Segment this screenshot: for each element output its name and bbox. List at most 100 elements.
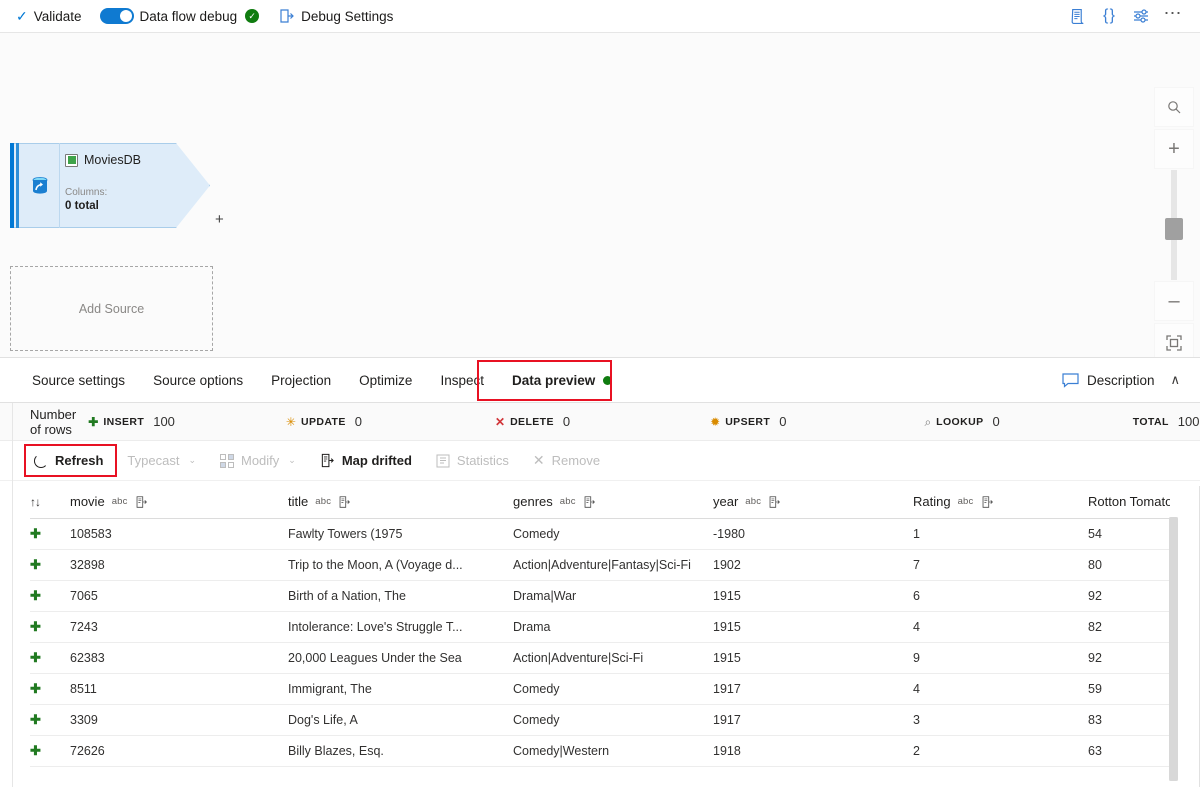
zoom-slider-thumb[interactable] <box>1165 218 1183 240</box>
data-flow-debug-group[interactable]: Data flow debug ✓ <box>94 0 266 33</box>
zoom-search-icon[interactable] <box>1155 88 1193 126</box>
description-button[interactable]: Description <box>1062 372 1154 388</box>
debug-settings-button[interactable]: Debug Settings <box>273 0 399 33</box>
table-row[interactable]: ✚ 32898 Trip to the Moon, A (Voyage d...… <box>30 549 1170 581</box>
column-header-rating[interactable]: Rating abc <box>913 486 1088 519</box>
comment-icon <box>1062 372 1079 388</box>
data-flow-canvas[interactable]: MoviesDB Columns: 0 total + Add Source + <box>0 33 1200 358</box>
insert-row-icon: ✚ <box>30 742 41 758</box>
node-columns-value: 0 total <box>65 200 99 212</box>
data-flow-debug-toggle[interactable] <box>99 8 134 24</box>
typecast-button[interactable]: Typecast ⌄ <box>115 446 208 476</box>
more-options-icon[interactable]: ⋯ <box>1158 1 1188 31</box>
column-label: title <box>288 494 309 510</box>
cell-title: Dog's Life, A <box>288 704 513 736</box>
collapse-panel-button[interactable]: ∧ <box>1164 368 1186 392</box>
table-body: ✚ 108583 Fawlty Towers (1975 Comedy -198… <box>30 518 1170 767</box>
row-marker: ✚ <box>30 735 70 767</box>
zoom-out-button[interactable]: – <box>1155 282 1193 320</box>
tab-label: Inspect <box>440 372 484 388</box>
node-columns-label: Columns: <box>65 187 108 198</box>
row-marker: ✚ <box>30 611 70 643</box>
cell-rating: 1 <box>913 518 1088 550</box>
cell-genres: Comedy|Western <box>513 735 713 767</box>
column-header-title[interactable]: title abc <box>288 486 513 519</box>
map-drifted-label: Map drifted <box>341 453 412 468</box>
table-row[interactable]: ✚ 7065 Birth of a Nation, The Drama|War … <box>30 580 1170 612</box>
column-header-rotton-tomato[interactable]: Rotton Tomato <box>1088 486 1170 519</box>
delete-icon: ✕ <box>495 414 506 429</box>
add-next-transformation-button[interactable]: + <box>215 211 224 228</box>
cell-genres: Drama <box>513 611 713 643</box>
add-source-placeholder[interactable]: Add Source <box>10 266 213 351</box>
zoom-in-button[interactable]: + <box>1155 130 1193 168</box>
map-drifted-button[interactable]: Map drifted <box>308 446 424 476</box>
cell-rating: 7 <box>913 549 1088 581</box>
table-row[interactable]: ✚ 8511 Immigrant, The Comedy 1917 4 59 <box>30 673 1170 705</box>
settings-sliders-icon[interactable] <box>1126 1 1156 31</box>
table-row[interactable]: ✚ 3309 Dog's Life, A Comedy 1917 3 83 <box>30 704 1170 736</box>
cell-year: -1980 <box>713 518 913 550</box>
table-vertical-scrollbar[interactable] <box>1169 517 1178 781</box>
modify-button[interactable]: Modify ⌄ <box>208 446 308 476</box>
map-drifted-icon <box>321 453 334 468</box>
tab-source-options[interactable]: Source options <box>139 358 257 403</box>
statistics-button[interactable]: Statistics <box>424 446 521 476</box>
script-icon[interactable] <box>1062 1 1092 31</box>
data-preview-table-container[interactable]: ↑↓ movie abc title abc genres abc year a… <box>30 486 1170 781</box>
upsert-label: UPSERT <box>725 415 771 428</box>
node-details: MoviesDB Columns: 0 total <box>65 153 141 212</box>
tab-label: Source options <box>153 372 244 388</box>
lookup-value: 0 <box>992 414 1000 429</box>
tab-data-preview[interactable]: Data preview <box>498 358 626 403</box>
remove-button[interactable]: ✕ Remove <box>521 446 612 476</box>
insert-icon: ✚ <box>88 414 99 429</box>
refresh-button[interactable]: Refresh <box>30 446 115 476</box>
code-braces-icon[interactable]: { } <box>1094 1 1124 31</box>
insert-row-icon: ✚ <box>30 711 41 727</box>
stat-delete: ✕ DELETE 0 <box>495 414 570 429</box>
cell-rotton-tomato: 82 <box>1088 611 1170 643</box>
number-of-rows-label: Number of rows <box>30 406 77 437</box>
table-row[interactable]: ✚ 72626 Billy Blazes, Esq. Comedy|Wester… <box>30 735 1170 767</box>
table-row[interactable]: ✚ 108583 Fawlty Towers (1975 Comedy -198… <box>30 518 1170 550</box>
source-node-moviesdb[interactable]: MoviesDB Columns: 0 total + <box>10 143 224 228</box>
zoom-slider[interactable] <box>1165 170 1183 280</box>
row-counts-bar: Number of rows ✚ INSERT 100 ✳ UPDATE 0 ✕… <box>0 403 1200 441</box>
lookup-icon: ⌕ <box>924 414 932 429</box>
tab-projection[interactable]: Projection <box>257 358 345 403</box>
cell-genres: Comedy <box>513 704 713 736</box>
statistics-label: Statistics <box>456 453 509 468</box>
tab-optimize[interactable]: Optimize <box>345 358 426 403</box>
cell-year: 1915 <box>713 580 913 612</box>
table-row[interactable]: ✚ 62383 20,000 Leagues Under the Sea Act… <box>30 642 1170 674</box>
cell-title: Billy Blazes, Esq. <box>288 735 513 767</box>
tab-source-settings[interactable]: Source settings <box>18 358 139 403</box>
node-accent-bar <box>10 143 14 228</box>
cell-genres: Action|Adventure|Fantasy|Sci-Fi <box>513 549 713 581</box>
type-badge: abc <box>559 496 576 508</box>
validate-button[interactable]: ✓ Validate <box>10 0 88 33</box>
table-row[interactable]: ✚ 7243 Intolerance: Love's Struggle T...… <box>30 611 1170 643</box>
data-flow-debug-label: Data flow debug <box>139 8 238 24</box>
column-header-movie[interactable]: movie abc <box>70 486 288 519</box>
cell-title: 20,000 Leagues Under the Sea <box>288 642 513 674</box>
debug-settings-label: Debug Settings <box>301 8 394 24</box>
cell-genres: Comedy <box>513 518 713 550</box>
cell-movie: 8511 <box>70 673 288 705</box>
insert-row-icon: ✚ <box>30 556 41 572</box>
column-header-genres[interactable]: genres abc <box>513 486 713 519</box>
scrollbar-thumb[interactable] <box>1169 517 1178 781</box>
fit-to-screen-button[interactable] <box>1155 324 1193 357</box>
data-preview-table: ↑↓ movie abc title abc genres abc year a… <box>30 486 1170 767</box>
chevron-down-icon: ⌄ <box>188 455 196 465</box>
cell-rotton-tomato: 92 <box>1088 580 1170 612</box>
insert-row-icon: ✚ <box>30 680 41 696</box>
cell-year: 1917 <box>713 673 913 705</box>
tab-inspect[interactable]: Inspect <box>426 358 498 403</box>
row-marker: ✚ <box>30 518 70 550</box>
update-icon: ✳ <box>285 414 296 429</box>
type-badge: abc <box>111 496 128 508</box>
column-header-sort[interactable]: ↑↓ <box>30 486 70 519</box>
column-header-year[interactable]: year abc <box>713 486 913 519</box>
